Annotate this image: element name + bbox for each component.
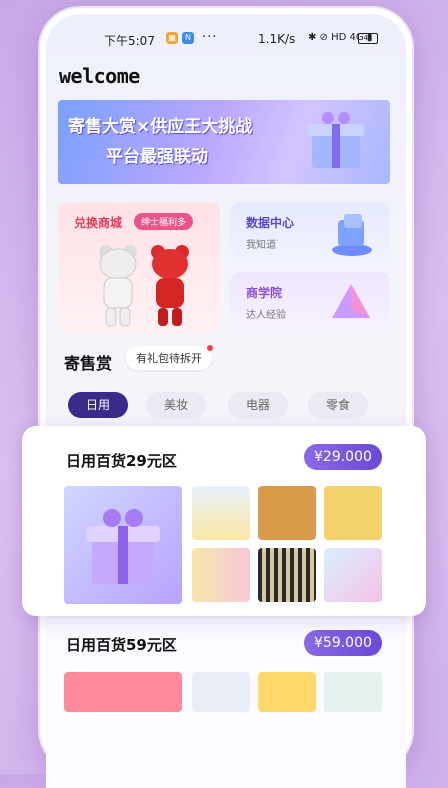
banner-line2: 平台最强联动 (106, 147, 208, 167)
product-image[interactable] (258, 672, 316, 712)
exchange-title: 兑换商城 (74, 216, 123, 230)
data-center-card[interactable]: 数据中心 我知道 (230, 202, 390, 264)
product-image[interactable] (324, 672, 382, 712)
price-badge-29: ¥29.000 (304, 444, 382, 470)
exchange-store-card[interactable]: 兑换商城 绅士福利多 (58, 202, 220, 334)
prism-icon (332, 284, 370, 318)
product-image[interactable] (192, 548, 250, 602)
gift-pack-label: 有礼包待拆开 (136, 352, 202, 365)
more-dots: ··· (202, 30, 218, 45)
product-title-59: 日用百货59元区 (66, 636, 177, 654)
bear-toys-icon (99, 245, 189, 327)
notification-dot (207, 345, 213, 351)
product-title-29: 日用百货29元区 (66, 452, 177, 470)
product-image[interactable] (324, 548, 382, 602)
product-image[interactable] (192, 672, 250, 712)
gift-box-image[interactable] (64, 486, 182, 604)
product-section-59[interactable]: 日用百货59元区 ¥59.000 (46, 618, 406, 788)
tab-daily[interactable]: 日用 (68, 392, 128, 418)
tab-cosmetics[interactable]: 美妆 (146, 392, 206, 418)
exchange-tag: 绅士福利多 (134, 213, 194, 230)
category-tabs: 日用 美妆 电器 零食 (68, 392, 406, 420)
product-image[interactable] (258, 548, 316, 602)
price-badge-59: ¥59.000 (304, 630, 382, 656)
section-title: 寄售赏 (64, 354, 113, 373)
tab-snacks[interactable]: 零食 (308, 392, 368, 418)
banner-line1: 寄售大赏×供应王大挑战 (68, 117, 253, 137)
data-center-title: 数据中心 (246, 216, 295, 230)
net-speed: 1.1K/s (258, 32, 296, 46)
gift-pack-pill[interactable]: 有礼包待拆开 (126, 345, 213, 370)
business-school-card[interactable]: 商学院 达人经验 (230, 272, 390, 334)
product-image[interactable] (192, 486, 250, 540)
product-image[interactable] (64, 672, 182, 712)
data-center-subtitle: 我知道 (246, 240, 276, 251)
gift-box-icon (308, 112, 364, 168)
promo-banner[interactable]: 寄售大赏×供应王大挑战 平台最强联动 (58, 100, 390, 184)
school-subtitle: 达人经验 (246, 310, 286, 321)
app-notify-icon: ▦ (166, 32, 178, 44)
status-bar: 下午5:07 ▦ N ··· 1.1K/s ✱ ⊘ HD 4G ▮ 43 (46, 30, 406, 48)
battery-icon: 43 (358, 33, 378, 44)
page-title: welcome (59, 64, 140, 88)
product-image[interactable] (258, 486, 316, 540)
tab-appliances[interactable]: 电器 (228, 392, 288, 418)
product-image[interactable] (324, 486, 382, 540)
n-notify-icon: N (182, 32, 194, 44)
status-time: 下午5:07 (104, 34, 155, 48)
gift-box-icon (86, 509, 160, 584)
data-cube-icon (332, 214, 372, 256)
school-title: 商学院 (246, 286, 283, 300)
product-section-29[interactable]: 日用百货29元区 ¥29.000 (22, 426, 426, 616)
